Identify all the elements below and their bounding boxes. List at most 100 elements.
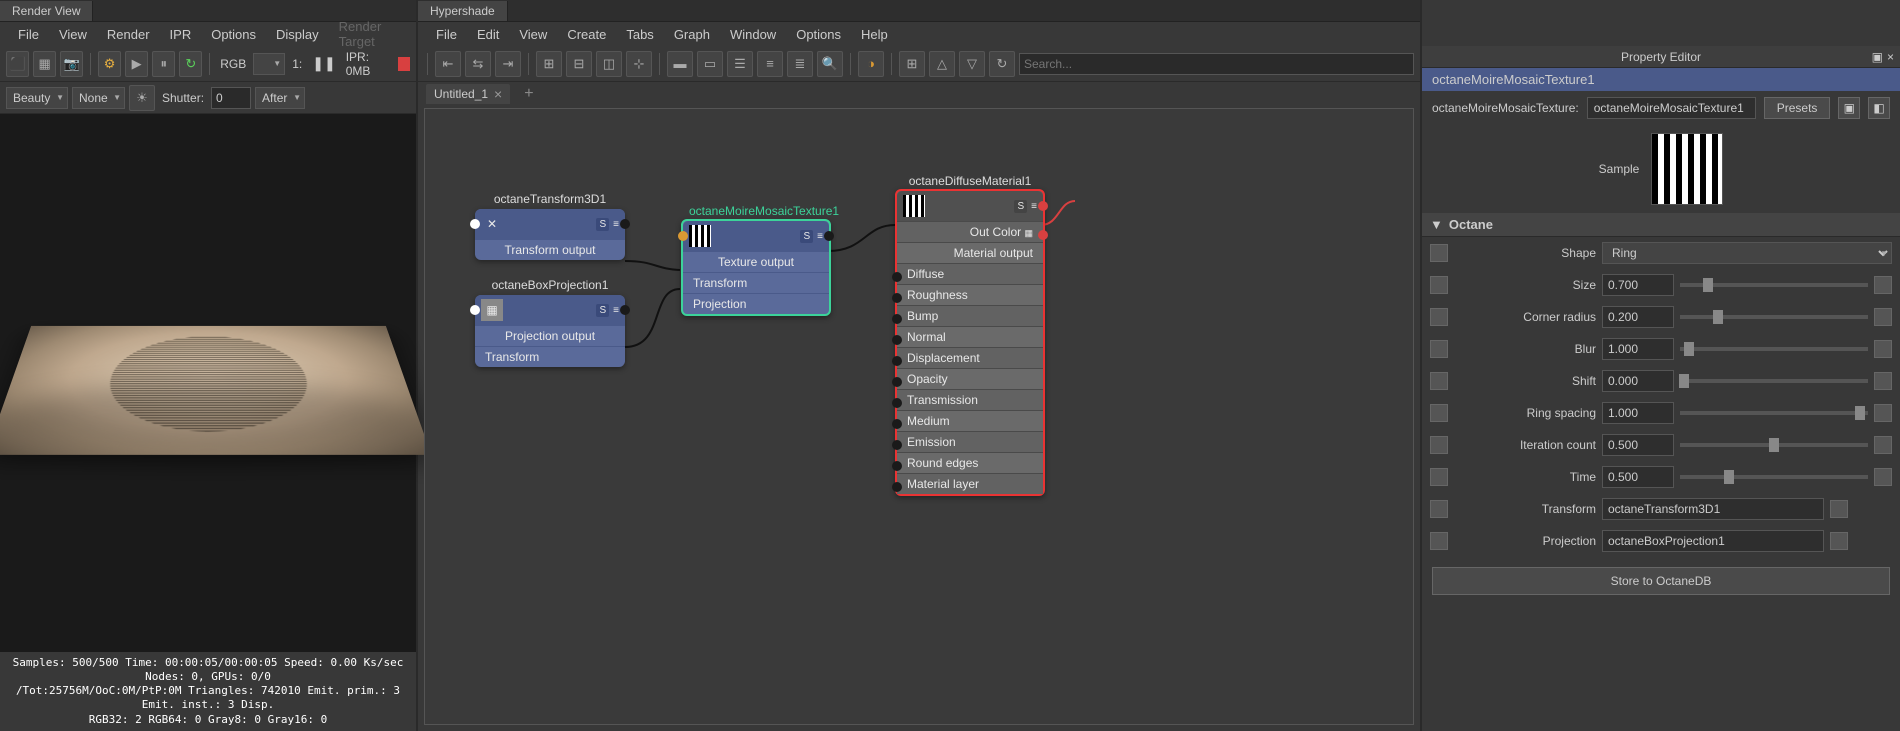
hs-menu-view[interactable]: View [509,24,557,45]
ipr-refresh-icon[interactable]: ↻ [179,51,202,77]
map-button[interactable] [1874,308,1892,326]
hs-menu-options[interactable]: Options [786,24,851,45]
time-input[interactable] [1602,466,1674,488]
render-sequence-icon[interactable]: ▦ [33,51,56,77]
menu-file[interactable]: File [8,24,49,45]
time-slider[interactable] [1680,475,1868,479]
menu-ipr[interactable]: IPR [160,24,202,45]
menu-view[interactable]: View [49,24,97,45]
menu-options[interactable]: Options [201,24,266,45]
shutter-mode-select[interactable]: After [255,87,305,109]
node-diffuse-material[interactable]: octaneDiffuseMaterial1 S≡ Out Color ▦ Ma… [895,189,1045,496]
size-input[interactable] [1602,274,1674,296]
corner-radius-input[interactable] [1602,306,1674,328]
ipr-start-icon[interactable]: ▶ [125,51,148,77]
param-icon[interactable] [1430,340,1448,358]
map-button[interactable] [1874,372,1892,390]
a-btn-icon[interactable]: △ [929,51,955,77]
select-node-icon[interactable]: ◧ [1868,97,1890,119]
record-icon[interactable] [398,57,410,71]
shape-select[interactable]: Ring [1602,242,1892,264]
mode-5-icon[interactable]: ≣ [787,51,813,77]
projection-input[interactable] [1602,530,1824,552]
render-frame-icon[interactable]: ⬛ [6,51,29,77]
param-icon[interactable] [1430,532,1448,550]
graph-tab[interactable]: Untitled_1 × [426,84,510,104]
param-icon[interactable] [1430,500,1448,518]
map-button[interactable] [1830,500,1848,518]
render-viewport[interactable] [0,114,416,652]
node-moire-mosaic[interactable]: octaneMoireMosaicTexture1 S≡ Texture out… [681,219,831,316]
hs-menu-graph[interactable]: Graph [664,24,720,45]
map-button[interactable] [1874,340,1892,358]
search-input[interactable] [1019,53,1414,75]
output-connections-icon[interactable]: ⇥ [495,51,521,77]
mat-name-input[interactable] [1587,97,1756,119]
size-slider[interactable] [1680,283,1868,287]
channel-select[interactable] [253,53,285,75]
param-icon[interactable] [1430,244,1448,262]
transform-input[interactable] [1602,498,1824,520]
menu-render[interactable]: Render [97,24,160,45]
param-icon[interactable] [1430,468,1448,486]
shift-input[interactable] [1602,370,1674,392]
map-button[interactable] [1874,276,1892,294]
remove-selected-icon[interactable]: ⊟ [566,51,592,77]
map-button[interactable] [1874,436,1892,454]
add-selected-icon[interactable]: ⊞ [536,51,562,77]
c-btn-icon[interactable]: ↻ [989,51,1015,77]
b-btn-icon[interactable]: ▽ [959,51,985,77]
hs-menu-help[interactable]: Help [851,24,898,45]
hs-menu-file[interactable]: File [426,24,467,45]
mode-4-icon[interactable]: ≡ [757,51,783,77]
node-box-projection[interactable]: octaneBoxProjection1 ▦ S≡ Projection out… [475,295,625,367]
mode-1-icon[interactable]: ▬ [667,51,693,77]
add-graph-tab-icon[interactable]: + [518,85,539,103]
input-connections-icon[interactable]: ⇤ [435,51,461,77]
map-button[interactable] [1830,532,1848,550]
close-graph-tab-icon[interactable]: × [494,86,502,102]
rearrange-icon[interactable]: ⊹ [626,51,652,77]
ipr-1-icon[interactable]: ⚙ [98,51,121,77]
hs-menu-create[interactable]: Create [557,24,616,45]
param-icon[interactable] [1430,404,1448,422]
blur-input[interactable] [1602,338,1674,360]
param-icon[interactable] [1430,372,1448,390]
iteration-count-input[interactable] [1602,434,1674,456]
mode-2-icon[interactable]: ▭ [697,51,723,77]
snapshot-icon[interactable]: 📷 [60,51,83,77]
layer-select[interactable]: None [72,87,125,109]
ipr-stop-icon[interactable]: ⏸ [152,51,175,77]
copy-tab-icon[interactable]: ▣ [1838,97,1860,119]
render-view-tab[interactable]: Render View [0,1,93,21]
close-icon[interactable]: × [1887,50,1894,64]
param-icon[interactable] [1430,276,1448,294]
corner-radius-slider[interactable] [1680,315,1868,319]
node-transform3d[interactable]: octaneTransform3D1 ✕ S≡ Transform output [475,209,625,260]
pause-icon[interactable]: ❚❚ [309,55,338,72]
iteration-count-slider[interactable] [1680,443,1868,447]
hs-menu-window[interactable]: Window [720,24,786,45]
presets-button[interactable]: Presets [1764,97,1831,119]
shutter-input[interactable] [211,87,251,109]
hs-menu-edit[interactable]: Edit [467,24,509,45]
sample-swatch[interactable] [1651,133,1723,205]
mode-3-icon[interactable]: ☰ [727,51,753,77]
graph-1-icon[interactable]: ◫ [596,51,622,77]
map-button[interactable] [1874,468,1892,486]
shift-slider[interactable] [1680,379,1868,383]
param-icon[interactable] [1430,436,1448,454]
hs-menu-tabs[interactable]: Tabs [616,24,663,45]
node-graph-canvas[interactable]: octaneTransform3D1 ✕ S≡ Transform output… [424,108,1414,725]
maximize-icon[interactable]: ▣ [1872,50,1883,64]
map-button[interactable] [1874,404,1892,422]
collapse-icon[interactable]: ▼ [1430,217,1443,232]
hypershade-tab[interactable]: Hypershade [418,1,508,21]
blur-slider[interactable] [1680,347,1868,351]
param-icon[interactable] [1430,308,1448,326]
io-connections-icon[interactable]: ⇆ [465,51,491,77]
grid-icon[interactable]: ⊞ [899,51,925,77]
menu-display[interactable]: Display [266,24,329,45]
ring-spacing-slider[interactable] [1680,411,1868,415]
store-to-octanedb-button[interactable]: Store to OctaneDB [1432,567,1890,595]
